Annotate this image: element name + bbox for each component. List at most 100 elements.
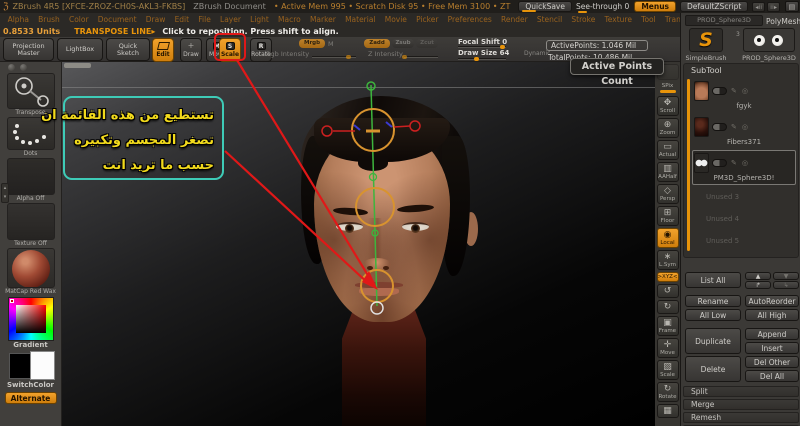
tool-name-field[interactable]: PROD_Sphere3D	[685, 15, 763, 26]
menu-preferences[interactable]: Preferences	[443, 15, 496, 24]
subtool-row[interactable]: ✎ ◎ PM3D_Sphere3D!	[692, 150, 796, 185]
eye-icon[interactable]: ◎	[742, 159, 748, 167]
subtool-unused-slot[interactable]: Unused 5	[692, 230, 796, 252]
current-tool-thumbnail[interactable]	[743, 28, 795, 52]
canvas-scroll-nub[interactable]	[64, 63, 91, 68]
menu-stencil[interactable]: Stencil	[532, 15, 567, 24]
reorder-arrow-button[interactable]: ↱	[745, 281, 771, 289]
eye-icon[interactable]: ◎	[742, 87, 748, 95]
color-picker-square[interactable]	[15, 305, 46, 333]
edit-button[interactable]: Edit	[152, 38, 174, 62]
shelf-scale-button[interactable]: ▧ Scale	[656, 360, 679, 380]
m-toggle[interactable]: M	[328, 40, 334, 48]
zadd-toggle[interactable]: Zadd	[364, 39, 390, 48]
menu-texture[interactable]: Texture	[600, 15, 637, 24]
tray-knob-icon[interactable]	[20, 64, 27, 71]
menu-brush[interactable]: Brush	[34, 15, 65, 24]
shelf-move-button[interactable]: ✛ Move	[656, 338, 679, 358]
subtool-unused-slot[interactable]: Unused 3	[692, 186, 796, 208]
all-high-button[interactable]: All High	[745, 309, 799, 321]
shelf-persp-button[interactable]: ◇ Persp	[656, 184, 679, 204]
append-button[interactable]: Append	[745, 328, 799, 340]
shelf-grid-button[interactable]: ▦	[656, 404, 679, 418]
dock-left-icon[interactable]: ▤	[784, 1, 799, 12]
section-row-merge[interactable]: Merge	[683, 399, 799, 410]
menu-document[interactable]: Document	[93, 15, 141, 24]
menu-tool[interactable]: Tool	[637, 15, 661, 24]
menu-file[interactable]: File	[194, 15, 216, 24]
shelf-frame-button[interactable]: ▣ Frame	[656, 316, 679, 336]
menu-movie[interactable]: Movie	[380, 15, 411, 24]
visibility-toggle[interactable]	[712, 123, 727, 131]
see-through-slider[interactable]: See-through 0	[576, 2, 629, 13]
quicksave-button[interactable]: QuickSave	[518, 1, 572, 12]
menu-light[interactable]: Light	[246, 15, 274, 24]
delete-button[interactable]: Delete	[685, 356, 741, 382]
del-all-button[interactable]: Del All	[745, 370, 799, 382]
subtool-scrollbar[interactable]	[687, 79, 690, 251]
list-all-button[interactable]: List All	[685, 272, 741, 288]
current-alpha-tile[interactable]	[6, 158, 55, 195]
del-other-button[interactable]: Del Other	[745, 356, 799, 368]
nav-right-button[interactable]: ⁞⁞▸	[767, 1, 780, 12]
subtool-unused-slot[interactable]: Unused 4	[692, 208, 796, 230]
menu-transform[interactable]: Transform	[660, 15, 680, 24]
subtool-row[interactable]: ✎ ◎ fgyk	[692, 78, 796, 113]
shelf-xyz-button[interactable]: >XYZ<	[656, 272, 679, 282]
spix-slider[interactable]	[659, 90, 676, 93]
menu-layer[interactable]: Layer	[215, 15, 245, 24]
shelf-rotate-button[interactable]: ↻ Rotate	[656, 382, 679, 402]
main-color-swatch[interactable]	[8, 353, 31, 379]
insert-button[interactable]: Insert	[745, 342, 799, 354]
shelf-scroll-button[interactable]: ✥ Scroll	[656, 96, 679, 116]
shelf-local-button[interactable]: ◉ Local	[656, 228, 679, 248]
subtool-row[interactable]: ✎ ◎ Fibers371	[692, 114, 796, 149]
shelf-zoom-button[interactable]: ⊕ Zoom	[656, 118, 679, 138]
mrgb-toggle[interactable]: Mrgb	[299, 39, 325, 48]
zsub-toggle[interactable]: Zsub	[392, 39, 414, 48]
tray-resize-handle[interactable]: ▴ ▾	[1, 183, 9, 203]
menu-color[interactable]: Color	[64, 15, 93, 24]
current-brush-thumbnail[interactable]: S	[689, 28, 723, 52]
duplicate-button[interactable]: Duplicate	[685, 328, 741, 354]
subtool-header[interactable]: SubTool	[684, 64, 798, 76]
shelf-aahalf-button[interactable]: ▥ AAHalf	[656, 162, 679, 182]
projection-master-button[interactable]: Projection Master	[3, 38, 54, 61]
eye-icon[interactable]: ◎	[742, 123, 748, 131]
visibility-toggle[interactable]	[712, 87, 727, 95]
section-row-split[interactable]: Split	[683, 386, 799, 397]
nav-left-button[interactable]: ◂⁞⁞	[752, 1, 766, 12]
section-row-remesh[interactable]: Remesh	[683, 412, 799, 423]
autoreorder-button[interactable]: AutoReorder	[745, 295, 799, 307]
draw-button[interactable]: + Draw	[180, 38, 202, 62]
menu-stroke[interactable]: Stroke	[567, 15, 600, 24]
reorder-arrow-button[interactable]: ↳	[773, 281, 799, 289]
color-picker[interactable]	[7, 297, 54, 341]
shelf-floor-button[interactable]: ⊞ Floor	[656, 206, 679, 226]
quick-sketch-button[interactable]: Quick Sketch	[106, 38, 150, 61]
menu-alpha[interactable]: Alpha	[3, 15, 34, 24]
zcut-toggle[interactable]: Zcut	[416, 39, 438, 48]
menu-draw[interactable]: Draw	[141, 15, 170, 24]
current-texture-tile[interactable]	[6, 203, 55, 240]
menu-marker[interactable]: Marker	[305, 15, 340, 24]
alternate-button[interactable]: Alternate	[4, 392, 57, 404]
z-intensity-slider[interactable]	[404, 56, 438, 58]
shelf-actual-button[interactable]: ▭ Actual	[656, 140, 679, 160]
scale-button[interactable]: S Scale	[219, 38, 241, 62]
paint-icon[interactable]: ✎	[731, 87, 737, 95]
reorder-arrow-button[interactable]: ▲	[745, 272, 771, 280]
menus-button[interactable]: Menus	[634, 1, 677, 12]
default-zscript-button[interactable]: DefaultZScript	[680, 1, 749, 12]
lightbox-button[interactable]: LightBox	[57, 38, 103, 61]
secondary-color-swatch[interactable]	[29, 351, 55, 380]
menu-macro[interactable]: Macro	[273, 15, 305, 24]
draw-size-slider[interactable]	[458, 58, 506, 60]
focal-shift-slider[interactable]	[458, 46, 506, 48]
shelf-rotate-cw-button[interactable]: ↻	[656, 300, 679, 314]
paint-icon[interactable]: ✎	[731, 159, 737, 167]
shelf-lsym-button[interactable]: ∗ L.Sym	[656, 250, 679, 270]
paint-icon[interactable]: ✎	[731, 123, 737, 131]
current-material-tile[interactable]	[6, 248, 55, 288]
rename-button[interactable]: Rename	[685, 295, 741, 307]
